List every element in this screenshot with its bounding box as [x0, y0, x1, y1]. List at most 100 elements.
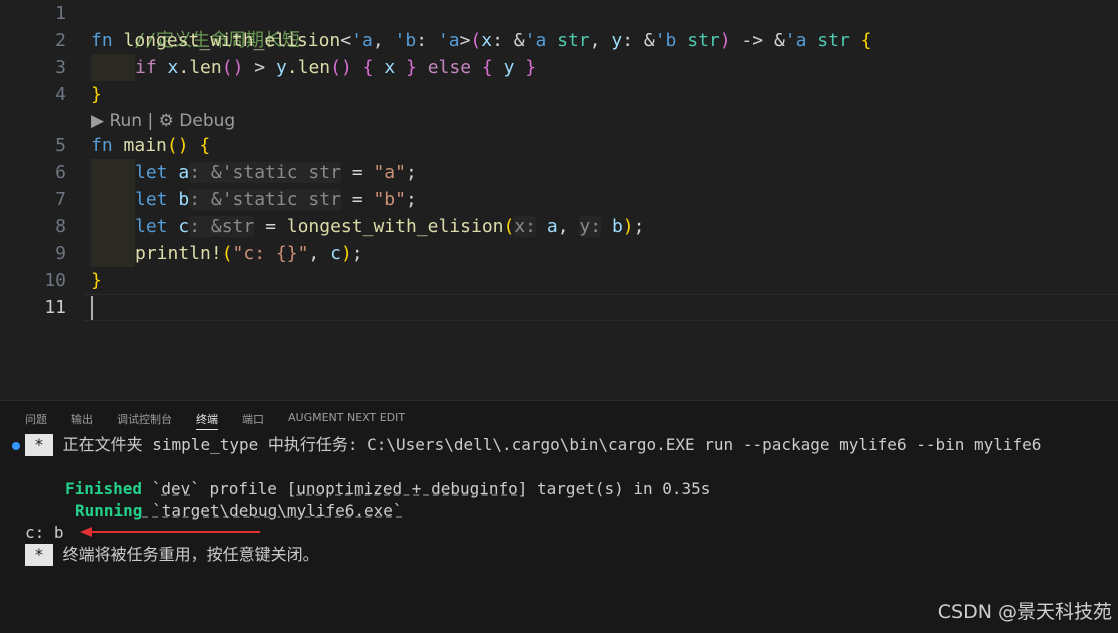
running-path: `target\debug\mylife6.exe`	[142, 501, 403, 520]
string-literal: "a"	[373, 162, 406, 183]
method: .len	[178, 57, 222, 78]
line-number: 4	[55, 84, 66, 105]
tab-debug-console[interactable]: 调试控制台	[117, 411, 172, 427]
bracket: (	[470, 30, 482, 51]
tab-terminal[interactable]: 终端	[196, 411, 218, 430]
code-line-2[interactable]: fn longest_with_elision<'a, 'b: 'a>(x: &…	[91, 27, 872, 54]
line-number: 6	[55, 162, 66, 183]
punct: ;	[405, 162, 417, 183]
punct: : &	[622, 30, 655, 51]
keyword: let	[135, 162, 168, 183]
type-inlay-hint: : &str	[189, 216, 255, 237]
keyword: if	[135, 57, 157, 78]
punct: -> &	[730, 30, 785, 51]
terminal-reuse-line: * 终端将被任务重用，按任意键关闭。	[25, 544, 319, 566]
code-line-5[interactable]: fn main() {	[91, 132, 210, 159]
keyword: else	[416, 57, 472, 78]
param: x	[481, 30, 493, 51]
codelens-separator: |	[142, 111, 159, 131]
terminal-task-line: * 正在文件夹 simple_type 中执行任务: C:\Users\dell…	[25, 434, 1041, 456]
code-line-8[interactable]: let c: &str = longest_with_elision(x: a,…	[135, 213, 644, 240]
code-line-7[interactable]: let b: &'static str = "b";	[135, 186, 417, 213]
punct: ,	[308, 243, 331, 264]
bracket: )	[719, 30, 731, 51]
variable: c	[178, 216, 190, 237]
punct: ,	[372, 30, 395, 51]
punct: >	[243, 57, 276, 78]
line-number: 2	[55, 30, 66, 51]
line-number: 10	[44, 270, 66, 291]
param-inlay-hint: y:	[579, 216, 602, 237]
punct: ,	[557, 216, 580, 237]
method: .len	[286, 57, 331, 78]
type: str	[676, 30, 720, 51]
lifetime: 'a	[784, 30, 807, 51]
line-number-current: 11	[44, 297, 66, 318]
bracket: }	[91, 84, 102, 105]
bracket: ()	[166, 135, 189, 156]
bracket: (	[221, 243, 233, 264]
debug-codelens-button[interactable]: ⚙ Debug	[159, 111, 236, 131]
punct: =	[340, 162, 374, 183]
punct: <	[340, 30, 352, 51]
tab-output[interactable]: 输出	[71, 411, 93, 427]
code-line-9[interactable]: println!("c: {}", c);	[135, 240, 363, 267]
code-line-6[interactable]: let a: &'static str = "a";	[135, 159, 417, 186]
code-line-3[interactable]: if x.len() > y.len() { x } else { y }	[135, 54, 536, 81]
lifetime: 'a	[437, 30, 460, 51]
bracket: ()	[221, 57, 244, 78]
run-codelens-button[interactable]: ▶ Run	[91, 111, 142, 131]
code-line-10[interactable]: }	[91, 267, 102, 294]
watermark: CSDN @景天科技苑	[937, 601, 1112, 623]
punct: >	[459, 30, 471, 51]
punct: ;	[351, 243, 363, 264]
finished-text: `	[142, 479, 162, 498]
code-line-1[interactable]: //定义生命周期长短	[91, 0, 300, 51]
variable: c	[330, 243, 341, 264]
code-line-4[interactable]: }	[91, 81, 102, 108]
bracket: {	[188, 135, 211, 156]
tab-augment-next-edit[interactable]: AUGMENT NEXT EDIT	[288, 411, 405, 424]
finished-profile: dev	[161, 479, 191, 498]
param-inlay-hint: x:	[514, 216, 537, 237]
variable: a	[178, 162, 190, 183]
type: str	[806, 30, 850, 51]
string-literal: "c: {}"	[232, 243, 309, 264]
bracket: {	[351, 57, 385, 78]
function-name: main	[123, 135, 167, 156]
type-inlay-hint: : &'static str	[189, 162, 341, 183]
line-number: 9	[55, 243, 66, 264]
keyword: fn	[91, 30, 113, 51]
bracket: (	[503, 216, 515, 237]
text-cursor	[91, 296, 93, 320]
task-command: 正在文件夹 simple_type 中执行任务: C:\Users\dell\.…	[62, 435, 1042, 454]
current-line-highlight	[84, 294, 1118, 321]
line-number: 3	[55, 57, 66, 78]
string-literal: "b"	[373, 189, 406, 210]
keyword: fn	[91, 135, 113, 156]
code-editor[interactable]: 1 2 3 4 5 6 7 8 9 10 11 //定义生命周期长短 fn lo…	[0, 0, 1118, 400]
tab-problems[interactable]: 问题	[25, 411, 47, 427]
bracket: )	[622, 216, 634, 237]
bracket: {	[471, 57, 504, 78]
punct: ,	[589, 30, 612, 51]
bracket: {	[849, 30, 872, 51]
bracket: )	[340, 243, 352, 264]
terminal-program-output: c: b	[25, 523, 64, 542]
tab-ports[interactable]: 端口	[242, 411, 264, 427]
function-call: longest_with_elision	[286, 216, 504, 237]
red-arrow-annotation	[80, 527, 260, 537]
task-star-badge: *	[25, 434, 53, 456]
finished-opt: unoptimized + debuginfo	[296, 479, 518, 498]
bracket: }	[395, 57, 417, 78]
bracket: }	[514, 57, 537, 78]
finished-text: ] target(s) in 0.35s	[517, 479, 711, 498]
terminal-finished-line: Finished `dev` profile [unoptimized + de…	[65, 478, 710, 500]
running-label: Running	[75, 501, 143, 520]
lifetime: 'a	[524, 30, 547, 51]
task-star-badge: *	[25, 544, 53, 566]
punct: ;	[405, 189, 417, 210]
keyword: let	[135, 216, 168, 237]
lifetime: 'a	[351, 30, 373, 51]
indent-guide	[91, 186, 135, 213]
